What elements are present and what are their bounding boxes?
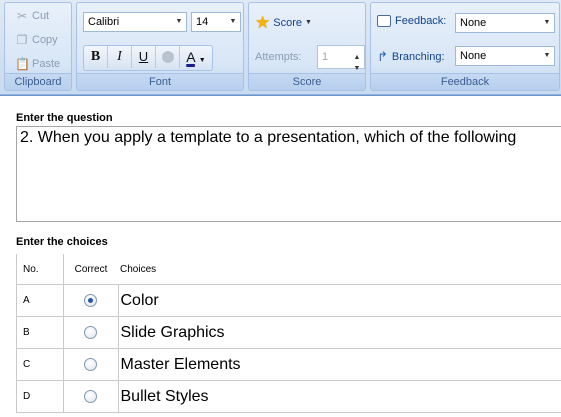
header-correct: Correct	[64, 254, 119, 285]
header-no: No.	[17, 254, 64, 285]
choice-text[interactable]: Master Elements	[118, 349, 561, 381]
choices-table: No. Correct Choices A Color B Slide Grap…	[16, 254, 561, 413]
correct-radio-selected[interactable]	[84, 294, 97, 307]
branching-label: ↱ Branching:	[377, 49, 445, 65]
choice-letter: D	[17, 381, 64, 413]
underline-button[interactable]: U	[132, 46, 156, 68]
choice-row: B Slide Graphics	[17, 317, 561, 349]
branching-label-text: Branching:	[392, 51, 445, 63]
italic-button[interactable]: I	[108, 46, 132, 68]
feedback-label: Feedback:	[377, 15, 446, 27]
choice-row: A Color	[17, 285, 561, 317]
copy-label: Copy	[32, 31, 58, 49]
font-family-combo[interactable]: Calibri ▼	[83, 12, 187, 32]
header-choices: Choices	[118, 254, 561, 285]
correct-radio[interactable]	[84, 390, 97, 403]
font-size-value: 14	[196, 16, 208, 28]
font-group-label: Font	[77, 73, 243, 90]
font-group: Calibri ▼ 14 ▼ B I U A ▼ Font	[76, 2, 244, 91]
attempts-label: Attempts:	[255, 51, 301, 63]
chevron-down-icon: ▼	[305, 19, 312, 26]
branching-combo[interactable]: None ▼	[455, 46, 555, 66]
clipboard-group-label: Clipboard	[5, 73, 71, 90]
question-text-input[interactable]: 2. When you apply a template to a presen…	[16, 126, 561, 222]
correct-cell	[64, 285, 119, 317]
feedback-group-label: Feedback	[371, 73, 559, 90]
clipboard-group: ✂ Cut ❐ Copy 📋 Paste Clipboard	[4, 2, 72, 91]
chevron-down-icon: ▼	[199, 57, 206, 64]
feedback-group: Feedback: None ▼ ↱ Branching: None ▼ Fee…	[370, 2, 560, 91]
highlight-icon	[162, 51, 174, 63]
score-button[interactable]: ★ Score ▼	[255, 14, 312, 31]
choices-section-title: Enter the choices	[16, 236, 108, 248]
question-editor: Enter the question 2. When you apply a t…	[0, 95, 561, 417]
branching-value: None	[460, 50, 486, 62]
paste-icon: 📋	[15, 57, 29, 71]
choice-letter: C	[17, 349, 64, 381]
cut-button[interactable]: ✂ Cut	[15, 7, 49, 25]
score-group-label: Score	[249, 73, 365, 90]
copy-button[interactable]: ❐ Copy	[15, 31, 58, 49]
correct-cell	[64, 381, 119, 413]
chevron-down-icon: ▼	[226, 13, 240, 31]
speech-bubble-icon	[377, 15, 391, 27]
chevron-down-icon: ▼	[540, 14, 554, 32]
choices-header-row: No. Correct Choices	[17, 254, 561, 285]
choice-text[interactable]: Color	[118, 285, 561, 317]
bold-button[interactable]: B	[84, 46, 108, 68]
correct-cell	[64, 349, 119, 381]
correct-cell	[64, 317, 119, 349]
format-toolbar: B I U A ▼	[83, 45, 213, 71]
branching-arrow-icon: ↱	[377, 49, 388, 65]
copy-icon: ❐	[15, 33, 29, 47]
chevron-down-icon: ▼	[172, 13, 186, 31]
font-color-button[interactable]: A ▼	[180, 46, 212, 68]
correct-radio[interactable]	[84, 358, 97, 371]
attempts-spinner[interactable]: 1 ▲ ▼	[317, 45, 365, 69]
cut-label: Cut	[32, 7, 49, 25]
paste-label: Paste	[32, 55, 60, 73]
feedback-combo[interactable]: None ▼	[455, 13, 555, 33]
paste-button[interactable]: 📋 Paste	[15, 55, 60, 73]
score-button-label: Score	[273, 17, 302, 29]
highlight-button[interactable]	[156, 46, 180, 68]
correct-radio[interactable]	[84, 326, 97, 339]
score-group: ★ Score ▼ Attempts: 1 ▲ ▼ Score	[248, 2, 366, 91]
choice-row: D Bullet Styles	[17, 381, 561, 413]
font-size-combo[interactable]: 14 ▼	[191, 12, 241, 32]
choice-text[interactable]: Bullet Styles	[118, 381, 561, 413]
choice-row: C Master Elements	[17, 349, 561, 381]
star-icon: ★	[255, 14, 270, 31]
choice-letter: B	[17, 317, 64, 349]
feedback-label-text: Feedback:	[395, 15, 446, 27]
scissors-icon: ✂	[15, 9, 29, 23]
choice-text[interactable]: Slide Graphics	[118, 317, 561, 349]
choice-letter: A	[17, 285, 64, 317]
font-color-label: A	[186, 49, 195, 65]
chevron-down-icon: ▼	[540, 47, 554, 65]
font-family-value: Calibri	[88, 16, 119, 28]
attempts-value: 1	[322, 51, 328, 63]
feedback-value: None	[460, 17, 486, 29]
question-section-title: Enter the question	[16, 112, 113, 124]
ribbon: ✂ Cut ❐ Copy 📋 Paste Clipboard Calibri ▼…	[0, 0, 561, 95]
